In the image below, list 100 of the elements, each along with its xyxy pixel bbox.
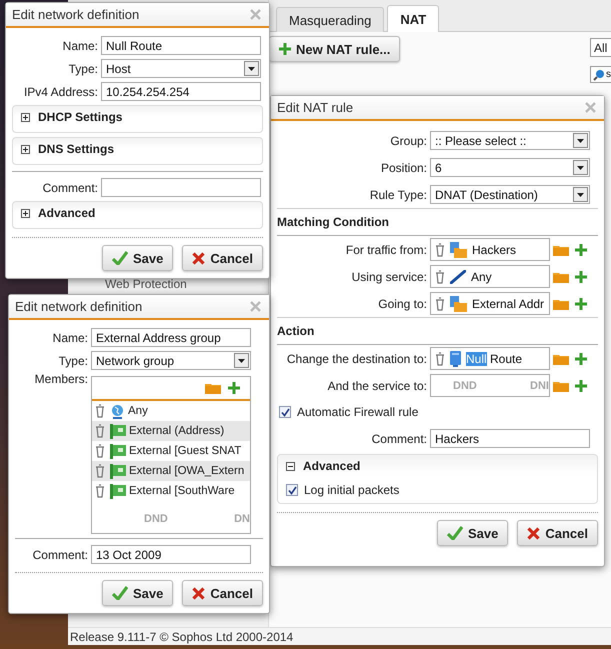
save-button[interactable]: Save <box>102 245 174 271</box>
field-label: Comment: <box>42 180 98 194</box>
field-label: Comment: <box>372 432 427 446</box>
filter-dropdown[interactable]: All <box>590 38 611 57</box>
close-icon[interactable] <box>585 102 596 113</box>
window-title: Edit network definition <box>12 7 140 22</box>
section-heading: Matching Condition <box>277 208 598 236</box>
cancel-icon <box>192 586 206 600</box>
dropdown[interactable]: :: Please select :: <box>430 131 590 150</box>
save-button[interactable]: Save <box>102 580 174 606</box>
search-icon <box>593 68 605 80</box>
plus-icon[interactable] <box>279 43 291 55</box>
field-label: Type: <box>58 354 88 368</box>
expand-icon[interactable] <box>21 208 30 218</box>
trash-icon[interactable] <box>435 296 445 310</box>
cancel-button[interactable]: Cancel <box>182 245 263 271</box>
field-label: IPv4 Address: <box>24 84 98 98</box>
host-icon <box>450 350 461 366</box>
panel-title[interactable]: DNS Settings <box>38 142 114 156</box>
slash-icon <box>450 270 466 284</box>
field-label: Going to: <box>378 296 427 310</box>
folder-icon[interactable] <box>553 380 569 392</box>
plus-icon[interactable] <box>228 382 240 394</box>
list-item[interactable]: Any <box>128 405 148 417</box>
plus-icon[interactable] <box>575 244 587 256</box>
new-rule-button[interactable]: New NAT rule... <box>269 36 400 62</box>
globe-icon <box>110 404 125 418</box>
dropdown[interactable]: Network group <box>91 351 251 370</box>
dropdown[interactable]: 6 <box>430 158 590 177</box>
network-icon <box>110 464 126 478</box>
trash-icon[interactable] <box>95 404 105 418</box>
input-field[interactable]: Null Route <box>101 36 261 55</box>
window-title: Edit NAT rule <box>277 100 354 115</box>
field-label: Group: <box>390 134 427 148</box>
dropdown[interactable]: DNAT (Destination) <box>430 185 590 204</box>
folder-icon[interactable] <box>205 382 221 394</box>
panel-title[interactable]: Advanced <box>38 206 96 220</box>
caret-icon <box>573 133 588 148</box>
cancel-icon <box>192 252 206 264</box>
network-group-icon <box>450 242 467 258</box>
search-field[interactable]: s <box>590 66 611 83</box>
cancel-icon <box>527 526 540 540</box>
tab[interactable]: Masquerading <box>276 7 384 32</box>
close-icon[interactable] <box>250 9 261 20</box>
close-icon[interactable] <box>250 301 261 312</box>
plus-icon[interactable] <box>575 298 587 310</box>
collapse-icon[interactable] <box>286 462 295 470</box>
save-button[interactable]: Save <box>436 520 508 546</box>
folder-icon[interactable] <box>553 244 569 256</box>
list-item[interactable]: External [Guest SNAT <box>129 445 242 457</box>
cancel-button[interactable]: Cancel <box>182 580 263 606</box>
panel-title[interactable]: DHCP Settings <box>38 110 122 124</box>
plus-icon[interactable] <box>575 380 587 392</box>
field-label: Members: <box>34 372 88 386</box>
trash-icon[interactable] <box>435 352 445 366</box>
field-label: Name: <box>62 38 98 52</box>
plus-icon[interactable] <box>575 352 587 364</box>
expand-icon[interactable] <box>21 112 30 122</box>
input-field[interactable]: Hackers <box>430 429 590 448</box>
object-field[interactable]: Hackers <box>430 238 550 261</box>
trash-icon[interactable] <box>435 270 445 284</box>
checkbox[interactable] <box>279 406 291 418</box>
trash-icon[interactable] <box>435 242 445 256</box>
field-label: And the service to: <box>328 378 427 392</box>
network-icon <box>110 444 126 458</box>
field-label: For traffic from: <box>346 242 427 256</box>
tab[interactable]: NAT <box>387 5 440 32</box>
checkbox[interactable] <box>286 484 298 496</box>
field-label: Change the destination to: <box>286 352 427 366</box>
input-field[interactable]: 13 Oct 2009 <box>91 545 251 564</box>
object-field[interactable]: Any <box>430 265 550 288</box>
input-field[interactable]: 10.254.254.254 <box>101 82 261 101</box>
status-bar: Release 9.111-7 © Sophos Ltd 2000-2014 <box>68 627 611 645</box>
input-field[interactable]: External Address group <box>91 328 251 347</box>
input-field[interactable] <box>101 178 261 197</box>
sidebar-item[interactable]: Web Protection <box>105 277 187 291</box>
members-list: Any External (Address) External [Guest SNAT External [OWA_Extern External [SouthWare DND DN <box>91 376 251 534</box>
panel-title[interactable]: Advanced <box>303 459 360 473</box>
object-field[interactable]: Null Route <box>430 347 550 370</box>
trash-icon[interactable] <box>95 484 105 498</box>
window-title: Edit network definition <box>15 299 142 314</box>
cancel-button[interactable]: Cancel <box>517 520 598 546</box>
folder-icon[interactable] <box>553 270 569 282</box>
folder-icon[interactable] <box>553 298 569 310</box>
field-label: Comment: <box>32 548 88 562</box>
object-field[interactable]: External Addr <box>430 292 550 315</box>
check-icon <box>112 251 128 265</box>
dropdown[interactable]: Host <box>101 59 261 78</box>
checkbox-label: Automatic Firewall rule <box>297 405 418 419</box>
field-label: Type: <box>68 62 98 76</box>
list-item[interactable]: External [SouthWare <box>129 485 235 497</box>
trash-icon[interactable] <box>95 444 105 458</box>
trash-icon[interactable] <box>95 464 105 478</box>
field-label: Name: <box>52 330 88 344</box>
caret-icon <box>234 353 249 368</box>
trash-icon[interactable] <box>95 424 105 438</box>
plus-icon[interactable] <box>575 270 587 282</box>
expand-icon[interactable] <box>21 144 30 154</box>
folder-icon[interactable] <box>553 352 569 364</box>
checkbox-label: Log initial packets <box>304 483 400 497</box>
